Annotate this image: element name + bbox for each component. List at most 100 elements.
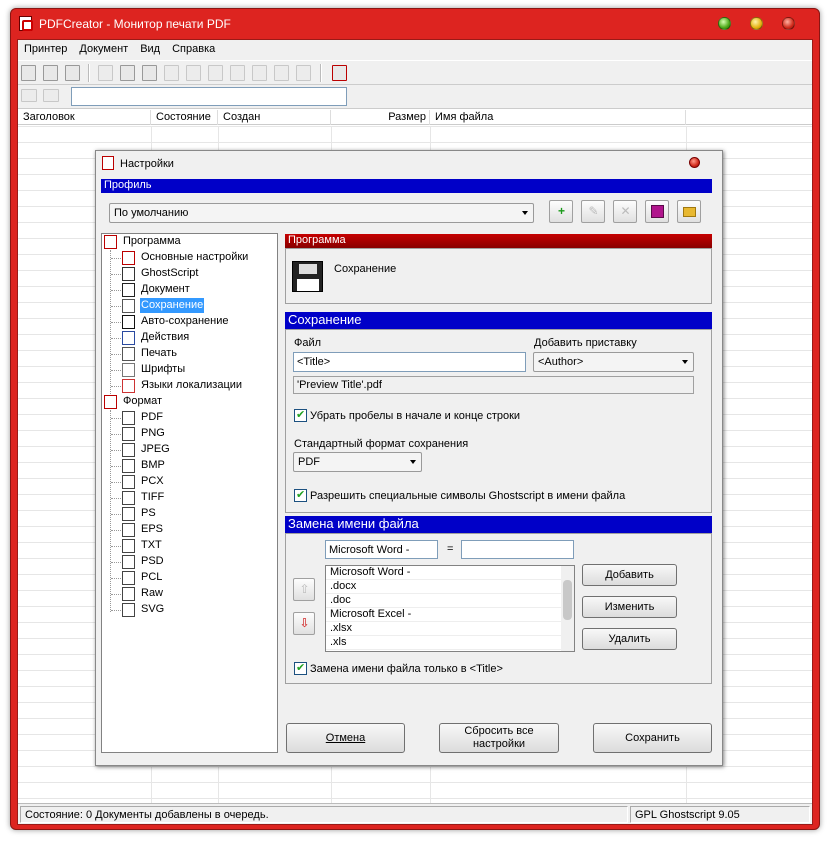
chevron-down-icon [682, 360, 688, 364]
tree-node-icon [122, 347, 135, 361]
tree-item-label: PDF [141, 411, 163, 423]
combine-icon[interactable] [274, 65, 289, 81]
column-size[interactable]: Размер [331, 110, 430, 125]
replace-list[interactable]: Microsoft Word - .docx .doc Microsoft Ex… [325, 565, 575, 652]
move-down-button[interactable]: ⇩ [293, 612, 315, 635]
menu-view[interactable]: Вид [134, 40, 166, 58]
tree-item-label: Печать [141, 347, 178, 359]
column-status[interactable]: Состояние [151, 110, 218, 125]
list-item[interactable]: Microsoft Word - [326, 566, 574, 580]
tree-item-label: Языки локализации [141, 379, 243, 391]
profile-value: По умолчанию [114, 207, 189, 219]
tree-node-icon [122, 555, 135, 569]
open-profile-button[interactable] [677, 200, 701, 223]
file-input[interactable]: <Title> [293, 352, 526, 372]
pdfcreator-logo-icon [19, 16, 33, 31]
tree-item-label: PSD [141, 555, 164, 567]
filter-input[interactable] [71, 87, 347, 106]
special-chars-label[interactable]: Разрешить специальные символы Ghostscrip… [310, 490, 625, 502]
tree-node-icon [122, 299, 135, 313]
toolbar-filter [18, 84, 812, 108]
list-item[interactable]: .xls [326, 636, 574, 650]
rename-profile-button[interactable]: ✎ [581, 200, 605, 223]
log-icon[interactable] [65, 65, 80, 81]
column-filename[interactable]: Имя файла [430, 110, 686, 125]
tree-node-icon [122, 427, 135, 441]
tree-node-icon [122, 251, 135, 265]
list-header: Заголовок Состояние Создан Размер Имя фа… [18, 108, 812, 125]
delete-profile-button[interactable]: ✕ [613, 200, 637, 223]
format-select[interactable]: PDF [293, 452, 422, 472]
filter-icon[interactable] [43, 89, 59, 102]
reset-label-line2: настройки [472, 738, 526, 750]
add-document-icon[interactable] [120, 65, 135, 81]
maximize-button[interactable] [750, 17, 763, 30]
title-only-label[interactable]: Замена имени файла только в <Title> [310, 663, 503, 675]
tree-node-icon [122, 603, 135, 617]
dialog-title: Настройки [120, 158, 174, 170]
move-bottom-icon[interactable] [252, 65, 267, 81]
tree-node-icon [122, 491, 135, 505]
chevron-down-icon [522, 211, 528, 215]
tree-item-label: Raw [141, 587, 164, 599]
menu-printer[interactable]: Принтер [18, 40, 73, 58]
column-title[interactable]: Заголовок [18, 110, 151, 125]
save-button[interactable]: Сохранить [593, 723, 712, 753]
move-down-icon[interactable] [230, 65, 245, 81]
list-item[interactable]: .doc [326, 594, 574, 608]
tree-item-label: PS [141, 507, 156, 519]
document-icon[interactable] [98, 65, 113, 81]
cancel-label: Отмена [325, 731, 366, 744]
close-button[interactable] [782, 17, 795, 30]
tree-item-label: GhostScript [141, 267, 199, 279]
menu-help[interactable]: Справка [166, 40, 221, 58]
move-up-button[interactable]: ⇧ [293, 578, 315, 601]
minimize-button[interactable] [718, 17, 731, 30]
status-queue: Состояние: 0 Документы добавлены в очере… [20, 806, 628, 823]
cancel-button[interactable]: Отмена [286, 723, 405, 753]
tree-node-icon [122, 475, 135, 489]
filename-preview: 'Preview Title'.pdf [293, 376, 694, 394]
dialog-close-button[interactable] [689, 157, 700, 168]
status-bar: Состояние: 0 Документы добавлены в очере… [18, 803, 812, 824]
floppy-icon [651, 205, 664, 218]
replace-input[interactable] [461, 540, 574, 559]
list-item[interactable]: .docx [326, 580, 574, 594]
move-top-icon[interactable] [186, 65, 201, 81]
printer-icon[interactable] [21, 65, 36, 81]
delete-icon[interactable] [164, 65, 179, 81]
title-only-checkbox[interactable] [294, 661, 307, 675]
save-profile-button[interactable] [645, 200, 669, 223]
edit-button[interactable]: Изменить [582, 596, 677, 618]
tree-node-icon [122, 283, 135, 297]
settings-tree[interactable]: Программа Основные настройки GhostScript До… [101, 233, 278, 753]
reset-label-line1: Сбросить все [464, 725, 534, 737]
column-created[interactable]: Создан [218, 110, 331, 125]
help-icon[interactable] [332, 65, 347, 81]
copy-icon[interactable] [296, 65, 311, 81]
special-chars-checkbox[interactable] [294, 488, 307, 502]
profile-select[interactable]: По умолчанию [109, 203, 534, 223]
list-item[interactable]: .xlsx [326, 622, 574, 636]
reset-button[interactable]: Сбросить все настройки [439, 723, 559, 753]
menu-document[interactable]: Документ [73, 40, 134, 58]
list-scrollbar[interactable] [561, 566, 574, 651]
folder-icon[interactable] [21, 89, 37, 102]
add-button[interactable]: Добавить [582, 564, 677, 586]
find-input[interactable]: Microsoft Word - [325, 540, 438, 559]
move-up-icon[interactable] [208, 65, 223, 81]
menu-bar: Принтер Документ Вид Справка [18, 40, 812, 60]
tree-node-icon [122, 507, 135, 521]
delete-button[interactable]: Удалить [582, 628, 677, 650]
list-item[interactable]: Microsoft Excel - [326, 608, 574, 622]
add-profile-button[interactable]: + [549, 200, 573, 223]
prefix-select[interactable]: <Author> [533, 352, 694, 372]
tree-node-icon [122, 587, 135, 601]
trim-label[interactable]: Убрать пробелы в начале и конце строки [310, 410, 520, 422]
tree-item-label: EPS [141, 523, 164, 535]
pdf-document-icon[interactable] [142, 65, 157, 81]
scrollbar-thumb[interactable] [563, 580, 572, 620]
trim-checkbox[interactable] [294, 408, 307, 422]
settings-dialog: Настройки Профиль По умолчанию + ✎ ✕ Про… [95, 150, 723, 766]
queue-icon[interactable] [43, 65, 58, 81]
